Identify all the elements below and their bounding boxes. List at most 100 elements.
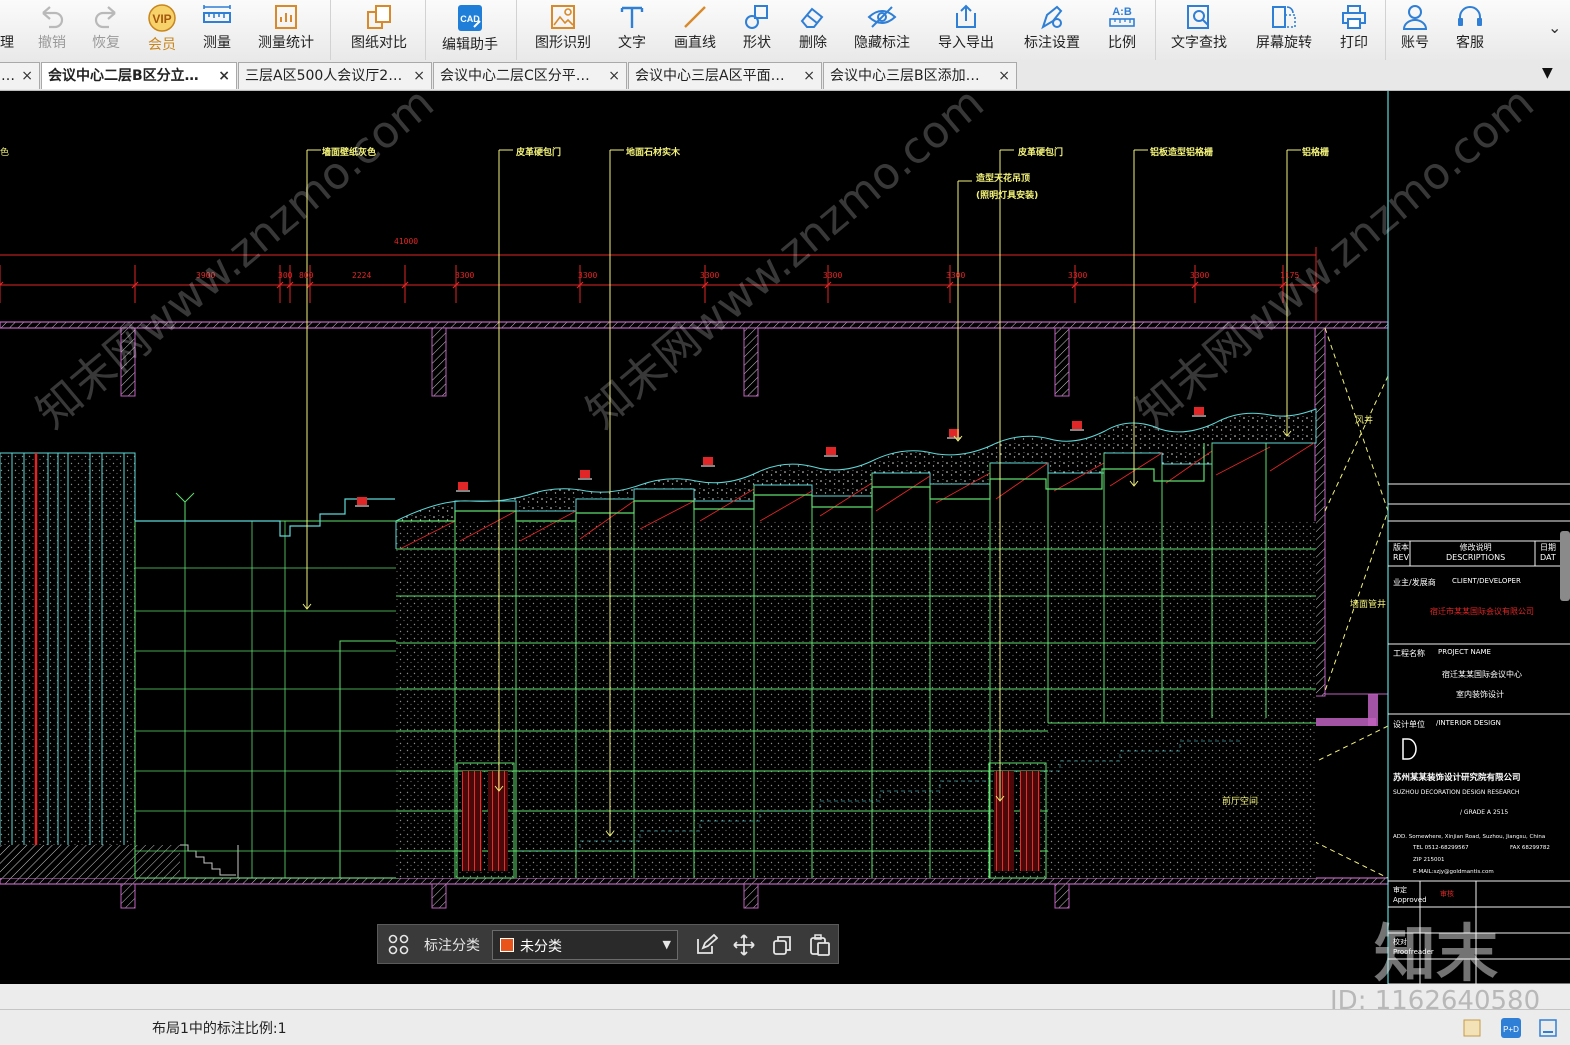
callout-label: 铝板造型铝格栅 [1150, 148, 1214, 158]
import-export-button[interactable]: 导入导出 [930, 0, 1002, 60]
dimension-label: 1175 [1280, 271, 1300, 280]
support-button[interactable]: 客服 [1446, 0, 1494, 60]
tb-project-en: PROJECT NAME [1438, 648, 1491, 656]
tab-drawing[interactable]: 三层A区500人会议厅2… × [238, 62, 432, 89]
compare-button[interactable]: 图纸对比 [343, 0, 415, 60]
tb-project-sub: 室内装饰设计 [1456, 690, 1504, 699]
tab-list-dropdown-icon[interactable]: ▼ [1542, 65, 1553, 81]
text-search-icon [1187, 5, 1209, 29]
close-icon[interactable]: × [218, 63, 230, 89]
measure-stats-icon [275, 5, 297, 29]
callout-label: 地面石材实木 [626, 148, 681, 158]
tb-project-name: 宿迁某某国际会议中心 [1442, 670, 1522, 679]
callout-leader [1282, 149, 1301, 437]
shape-recognize-button[interactable]: 图形识别 [527, 0, 599, 60]
toolbar-more-icon[interactable]: ⌄ [1548, 18, 1568, 38]
dimension-label: 3900 [196, 271, 216, 280]
model-space-icon[interactable]: P+D [1500, 1017, 1522, 1039]
ruler-icon [203, 5, 231, 23]
tb-design-en: /INTERIOR DESIGN [1436, 719, 1501, 727]
shape-button[interactable]: 形状 [733, 0, 781, 60]
dimension-label: 3300 [946, 271, 966, 280]
tab-drawing[interactable]: 会议中心二层C区分平… × [433, 62, 627, 89]
category-color-swatch [500, 938, 514, 952]
close-icon[interactable]: × [803, 63, 815, 89]
user-icon [1402, 5, 1428, 30]
vip-icon: VIP [148, 4, 176, 32]
callout-label: 造型天花吊顶 [976, 174, 1031, 184]
tb-company: 苏州某某装饰设计研究院有限公司 [1393, 773, 1521, 783]
ceiling-lamp [701, 457, 715, 467]
edit-assistant-button[interactable]: CAD 编辑助手 [434, 0, 506, 60]
overall-dimension: 41000 [394, 237, 419, 246]
tb-desc: 修改说明 DESCRIPTIONS [1446, 543, 1506, 562]
text-search-button[interactable]: 文字查找 [1163, 0, 1235, 60]
callout-label: 墙面壁纸灰色 [322, 148, 377, 158]
redo-button[interactable]: 恢复 [82, 0, 130, 60]
undo-button[interactable]: 撤销 [28, 0, 76, 60]
annotation-scale-text: 布局1中的标注比例:1 [152, 1021, 287, 1037]
close-icon[interactable]: × [998, 63, 1010, 89]
tab-drawing[interactable]: 会议中心三层B区添加… × [823, 62, 1017, 89]
ceiling-lamp [456, 482, 470, 492]
space-label: 前厅空间 [1222, 797, 1259, 807]
tab-drawing[interactable]: 会议中心三层A区平面… × [628, 62, 822, 89]
tb-client-label: 业主/发展商 [1393, 578, 1436, 587]
shape-recognize-icon [551, 5, 575, 29]
tb-checked: 审核 [1440, 890, 1454, 898]
tab-active[interactable]: 会议中心二层B区分立… × [41, 62, 237, 89]
account-button[interactable]: 账号 [1391, 0, 1439, 60]
cad-edit-icon: CAD [458, 5, 482, 31]
eraser-icon [800, 7, 824, 28]
shaft-label: 墙面管井 [1350, 600, 1387, 610]
category-select[interactable]: 未分类 ▼ [492, 930, 678, 960]
compare-icon [367, 5, 391, 29]
scroll-handle[interactable] [1560, 531, 1570, 601]
hide-annotation-button[interactable]: 隐藏标注 [846, 0, 918, 60]
ceiling-lamp [578, 470, 592, 480]
undo-icon [42, 6, 64, 29]
close-icon[interactable]: × [413, 63, 425, 89]
annotation-settings-button[interactable]: 标注设置 [1016, 0, 1088, 60]
import-export-icon [956, 4, 976, 28]
copy-icon[interactable] [770, 933, 794, 957]
edit-annotation-icon[interactable] [694, 933, 718, 957]
dimension-label: 3300 [1068, 271, 1088, 280]
shaft-label: 风井 [1355, 416, 1374, 426]
category-value: 未分类 [520, 939, 562, 955]
scale-button[interactable]: A:B 比例 [1098, 0, 1146, 60]
close-icon[interactable]: × [608, 63, 620, 89]
tb-client-name: 宿迁市某某国际会议有限公司 [1430, 607, 1534, 616]
drawing-canvas[interactable]: 41000 3900 300 800 2224 3300 3300 3300 3300 3300… [0, 91, 1570, 984]
headset-icon [1458, 6, 1482, 26]
paste-icon[interactable] [808, 933, 832, 957]
ceiling-lamp [1192, 407, 1206, 417]
svg-text:A:B: A:B [1112, 6, 1132, 18]
line-icon [684, 6, 706, 28]
tb-company-en: SUZHOU DECORATION DESIGN RESEARCH [1393, 789, 1520, 796]
minimize-panel-icon[interactable] [1538, 1018, 1558, 1038]
elevation-drawing [0, 91, 1570, 984]
vip-button[interactable]: VIP 会员 [138, 0, 186, 60]
callout-label: 铝格栅 [1302, 148, 1330, 158]
layout-icon[interactable] [1462, 1018, 1482, 1038]
print-button[interactable]: 打印 [1330, 0, 1378, 60]
tab-previous[interactable]: … × [0, 62, 40, 89]
grid-category-icon[interactable] [388, 934, 410, 956]
measure-stats-button[interactable]: 测量统计 [250, 0, 322, 60]
tb-email: E-MAIL:szjy@goldmantis.com [1413, 869, 1494, 875]
tb-approved: 审定 Approved [1393, 886, 1427, 904]
dimension-label: 300 [278, 271, 293, 280]
delete-button[interactable]: 删除 [789, 0, 837, 60]
rotate-screen-button[interactable]: 屏幕旋转 [1248, 0, 1320, 60]
dimension-label: 3300 [823, 271, 843, 280]
close-icon[interactable]: × [21, 63, 33, 89]
move-icon[interactable] [732, 933, 756, 957]
callout-label: 皮革硬包门 [516, 148, 562, 158]
measure-button[interactable]: 测量 [193, 0, 241, 60]
draw-line-button[interactable]: 画直线 [666, 0, 724, 60]
dimension-label: 3300 [578, 271, 598, 280]
tb-zip: ZIP 215001 [1413, 857, 1445, 863]
text-button[interactable]: 文字 [608, 0, 656, 60]
annotation-settings-icon [1041, 5, 1063, 30]
